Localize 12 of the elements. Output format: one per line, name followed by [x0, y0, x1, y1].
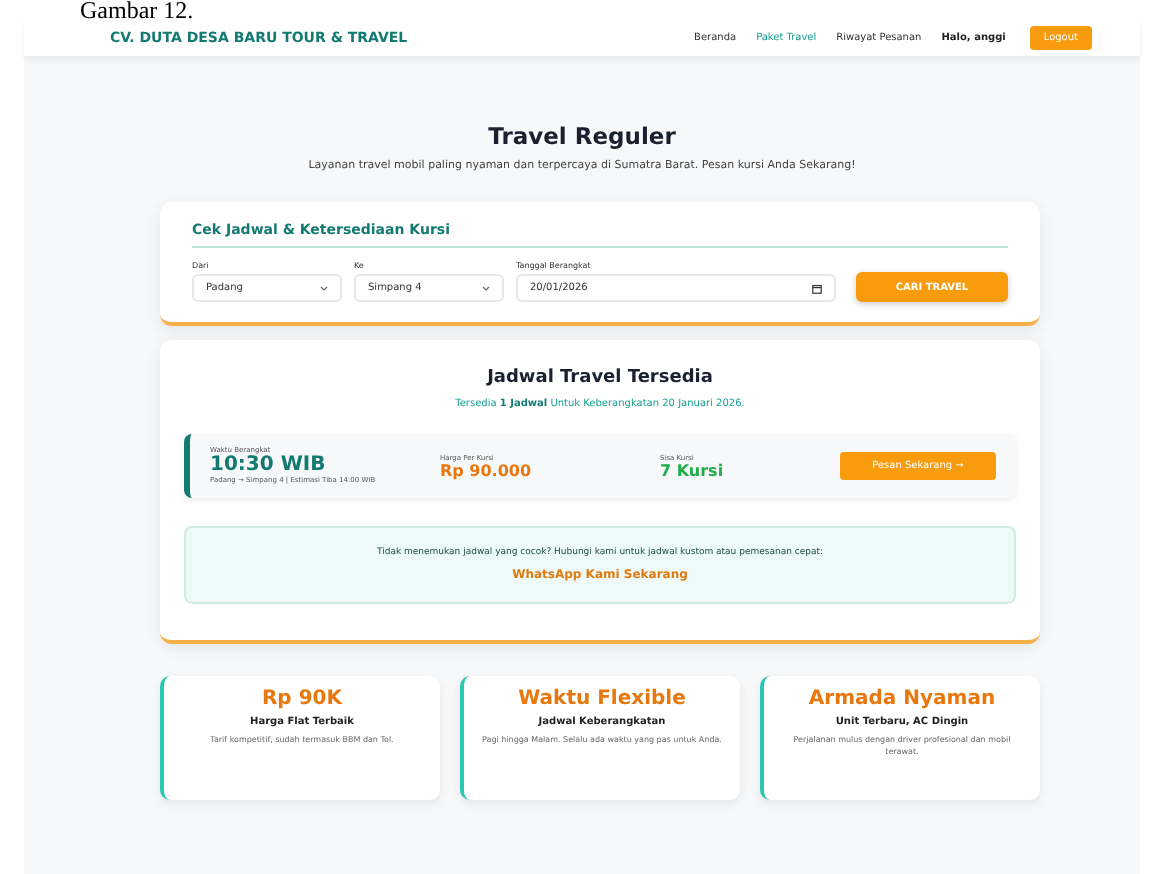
- feature-title: Armada Nyaman: [808, 688, 996, 710]
- feature-title: Rp 90K: [261, 688, 342, 710]
- price-value: Rp 90.000: [440, 461, 534, 479]
- chevron-down-icon: [482, 285, 490, 291]
- chevron-down-icon: [320, 285, 328, 291]
- figure-caption: Gambar 12.: [78, 0, 196, 20]
- departure-time: 10:30 WIB: [210, 454, 328, 476]
- schedule-title: Jadwal Travel Tersedia: [487, 368, 713, 388]
- seats-value: 7 Kursi: [660, 461, 726, 479]
- feature-title: Waktu Flexible: [518, 688, 686, 710]
- calendar-icon: [812, 283, 822, 293]
- page-title: Travel Reguler: [488, 122, 676, 150]
